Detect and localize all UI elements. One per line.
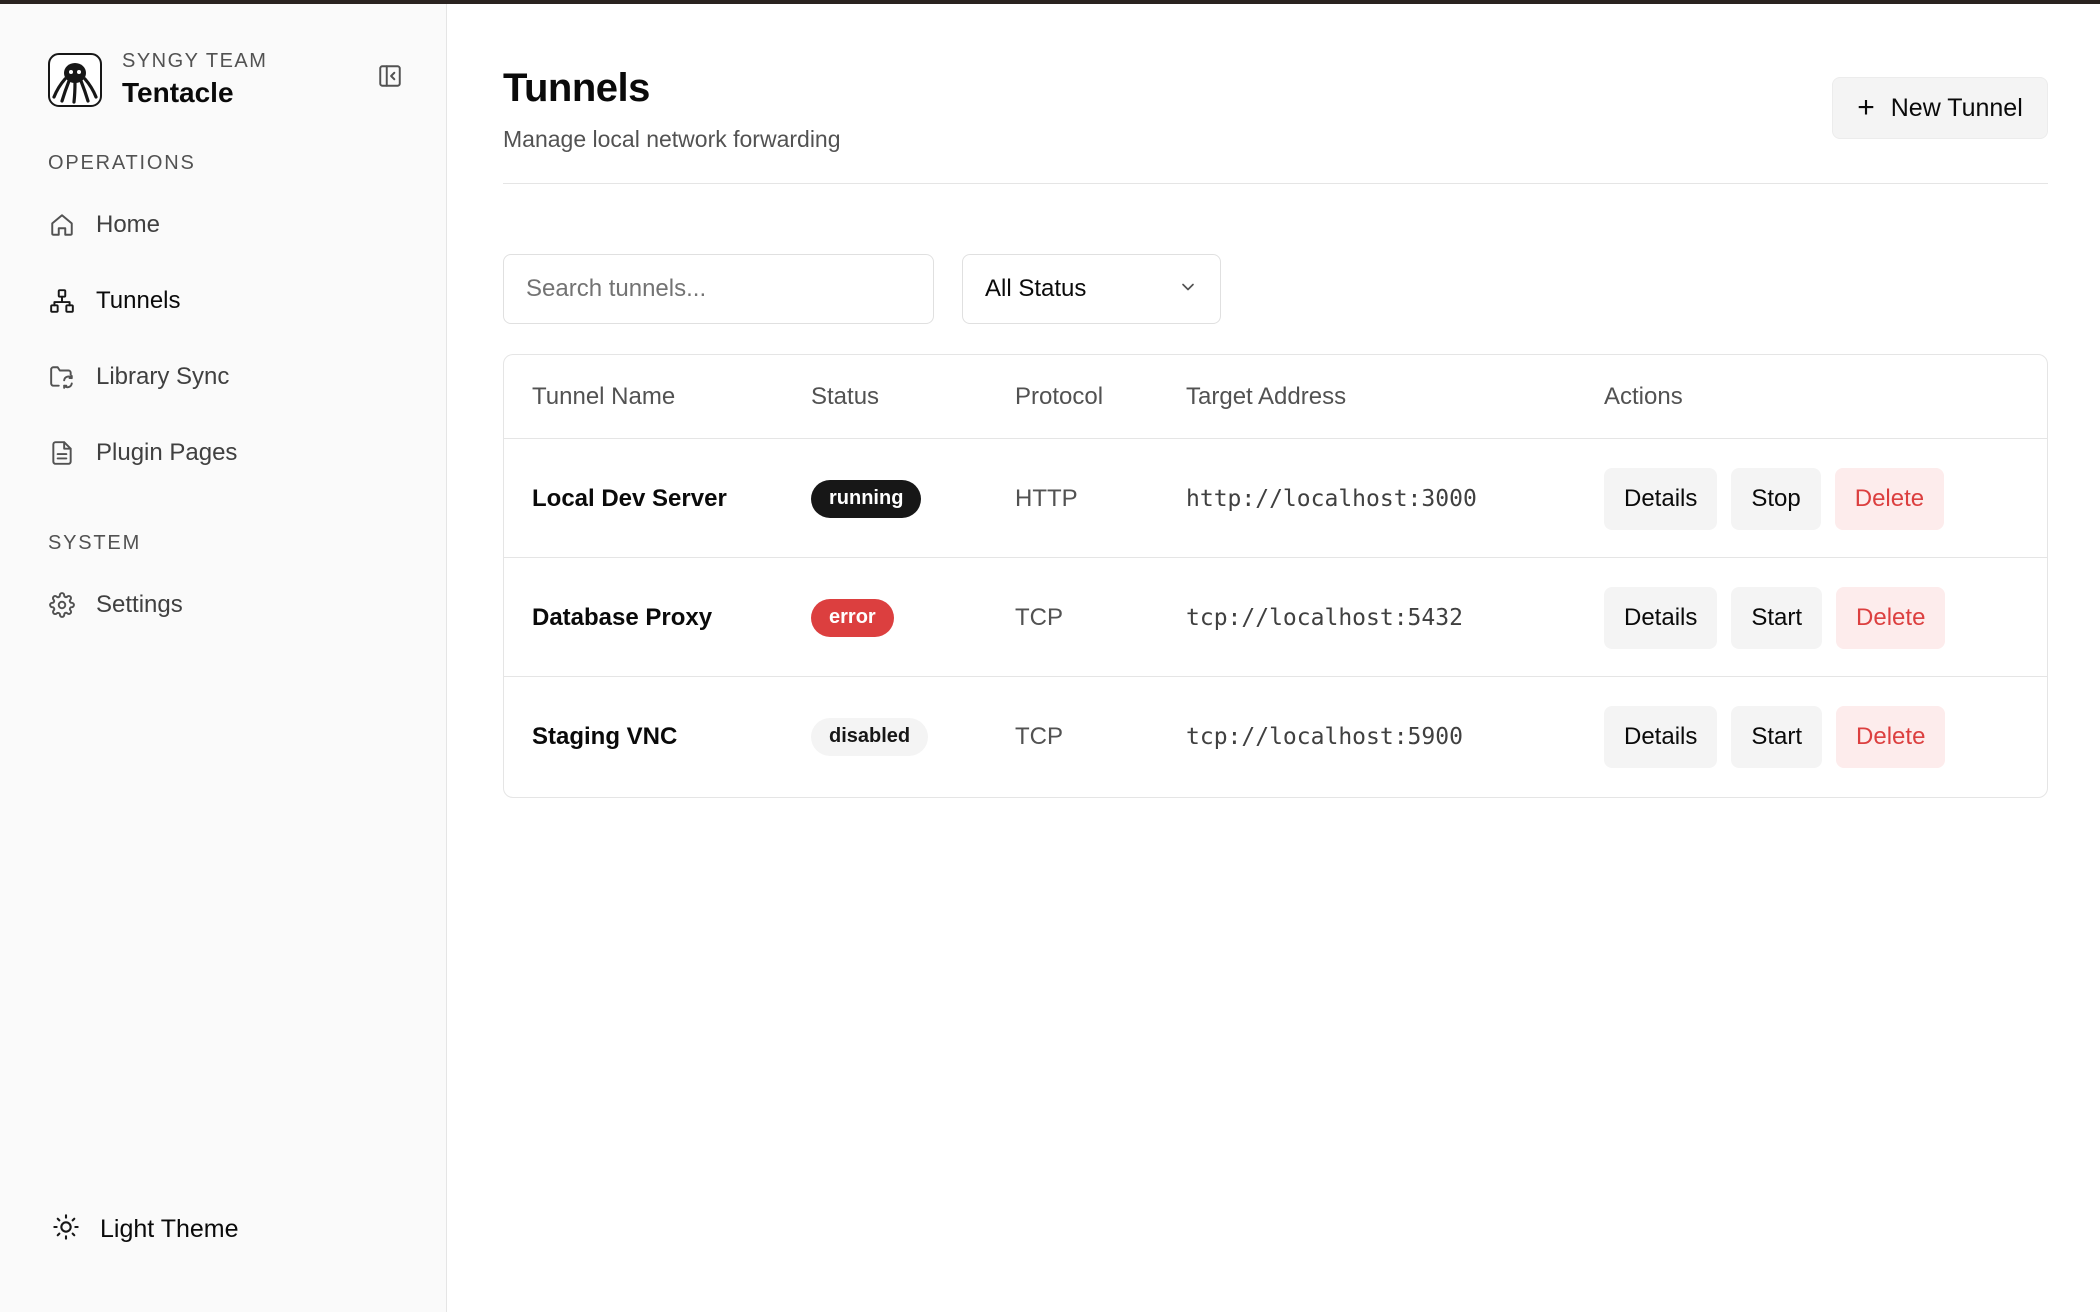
tunnel-address: tcp://localhost:5900 xyxy=(1186,723,1463,750)
sidebar-item-library-sync[interactable]: Library Sync xyxy=(36,348,416,406)
file-text-icon xyxy=(48,439,76,467)
sidebar: SYNGY TEAM Tentacle OPERATIONS Home Tunn… xyxy=(0,4,447,1312)
network-icon xyxy=(48,287,76,315)
sidebar-item-home[interactable]: Home xyxy=(36,196,416,254)
sidebar-item-label: Tunnels xyxy=(96,287,181,314)
status-filter-select[interactable]: All Status xyxy=(962,254,1221,324)
chevron-down-icon xyxy=(1178,277,1198,302)
sidebar-item-tunnels[interactable]: Tunnels xyxy=(36,272,416,330)
tunnel-protocol: TCP xyxy=(1015,722,1063,750)
sidebar-collapse-icon xyxy=(379,65,401,87)
theme-toggle-button[interactable]: Light Theme xyxy=(52,1204,239,1254)
new-tunnel-button[interactable]: + New Tunnel xyxy=(1832,77,2048,139)
app-shell: SYNGY TEAM Tentacle OPERATIONS Home Tunn… xyxy=(0,4,2100,1312)
header-divider xyxy=(503,183,2048,184)
folder-sync-icon xyxy=(48,363,76,391)
status-badge: error xyxy=(811,598,894,637)
tunnel-protocol: TCP xyxy=(1015,603,1063,631)
sidebar-item-plugin-pages[interactable]: Plugin Pages xyxy=(36,424,416,482)
status-badge: running xyxy=(811,479,922,518)
table-row: Staging VNC disabled TCP tcp://localhost… xyxy=(504,677,2047,796)
sidebar-item-label: Settings xyxy=(96,591,183,618)
section-label-system: SYSTEM xyxy=(48,532,142,554)
tunnel-address: http://localhost:3000 xyxy=(1186,485,1477,512)
table-header: Tunnel Name Status Protocol Target Addre… xyxy=(504,355,2047,439)
column-header-actions: Actions xyxy=(1604,383,1683,410)
table-row: Local Dev Server running HTTP http://loc… xyxy=(504,439,2047,558)
stop-button[interactable]: Stop xyxy=(1731,467,1821,530)
page-subtitle: Manage local network forwarding xyxy=(503,126,841,152)
tunnel-name: Staging VNC xyxy=(532,722,678,750)
main-content: Tunnels Manage local network forwarding … xyxy=(447,4,2100,1312)
status-filter-value: All Status xyxy=(985,275,1087,302)
section-label-operations: OPERATIONS xyxy=(48,152,196,174)
sidebar-item-label: Plugin Pages xyxy=(96,439,238,466)
octopus-logo-icon xyxy=(48,52,102,107)
gear-icon xyxy=(48,591,76,619)
tunnel-protocol: HTTP xyxy=(1015,484,1078,512)
home-icon xyxy=(48,211,76,239)
sidebar-item-settings[interactable]: Settings xyxy=(36,576,416,634)
sun-icon xyxy=(52,1213,80,1246)
tunnel-name: Local Dev Server xyxy=(532,484,727,512)
sidebar-collapse-button[interactable] xyxy=(374,60,406,92)
details-button[interactable]: Details xyxy=(1604,705,1718,768)
start-button[interactable]: Start xyxy=(1731,586,1823,649)
delete-button[interactable]: Delete xyxy=(1834,467,1945,530)
team-name: SYNGY TEAM xyxy=(122,50,268,72)
new-tunnel-label: New Tunnel xyxy=(1890,93,2023,122)
tunnels-table: Tunnel Name Status Protocol Target Addre… xyxy=(503,354,2048,798)
delete-button[interactable]: Delete xyxy=(1836,705,1946,768)
column-header-protocol: Protocol xyxy=(1015,383,1104,410)
details-button[interactable]: Details xyxy=(1604,467,1718,530)
page-title: Tunnels xyxy=(503,66,650,110)
status-badge: disabled xyxy=(811,717,929,756)
column-header-tunnel-name: Tunnel Name xyxy=(532,383,676,410)
delete-button[interactable]: Delete xyxy=(1836,586,1946,649)
theme-toggle-label: Light Theme xyxy=(100,1214,239,1243)
table-row: Database Proxy error TCP tcp://localhost… xyxy=(504,558,2047,677)
details-button[interactable]: Details xyxy=(1604,586,1718,649)
tunnel-name: Database Proxy xyxy=(532,603,713,631)
column-header-target-address: Target Address xyxy=(1186,383,1347,410)
sidebar-item-label: Library Sync xyxy=(96,363,230,390)
sidebar-item-label: Home xyxy=(96,211,161,238)
tunnel-address: tcp://localhost:5432 xyxy=(1186,604,1463,631)
start-button[interactable]: Start xyxy=(1731,705,1823,768)
search-input[interactable] xyxy=(503,254,934,324)
plus-icon: + xyxy=(1857,91,1875,124)
column-header-status: Status xyxy=(811,383,880,410)
app-name: Tentacle xyxy=(122,77,234,108)
brand[interactable]: SYNGY TEAM Tentacle xyxy=(48,50,267,109)
